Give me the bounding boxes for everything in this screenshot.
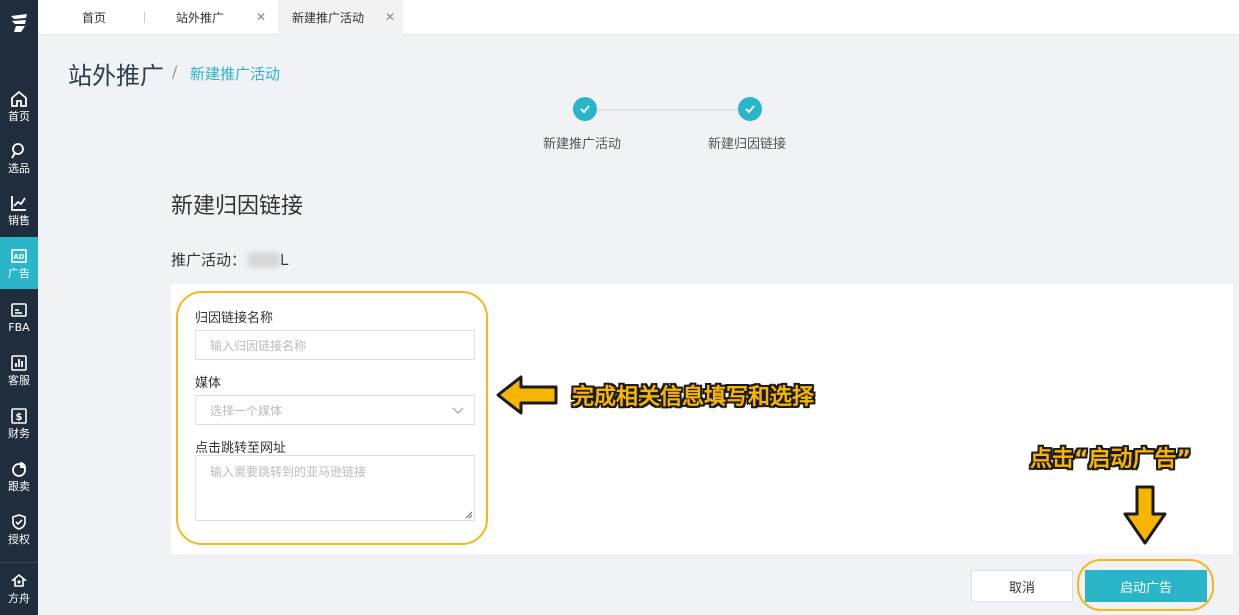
form-highlight-frame xyxy=(176,291,488,545)
sidebar-item-authorize[interactable]: 授权 xyxy=(0,503,38,555)
sidebar-item-label: FBA xyxy=(8,320,30,334)
sidebar: 首页 选品 销售 AD 广告 FBA 客服 $ 财务 跟卖 授权 方舟 xyxy=(0,0,38,615)
check-icon xyxy=(580,105,590,114)
step-1-indicator xyxy=(573,97,597,121)
step-connector xyxy=(597,109,738,111)
fill-form-hint: 完成相关信息填写和选择 xyxy=(572,385,815,410)
pie-icon xyxy=(12,461,26,477)
app-logo[interactable] xyxy=(0,0,38,46)
arrow-down-icon xyxy=(1123,485,1167,545)
sidebar-item-label: 财务 xyxy=(8,426,30,440)
ark-icon xyxy=(10,573,28,587)
sidebar-item-finance[interactable]: $ 财务 xyxy=(0,397,38,449)
sidebar-item-selection[interactable]: 选品 xyxy=(0,132,38,184)
sidebar-item-fba[interactable]: FBA xyxy=(0,291,38,343)
shield-icon xyxy=(12,513,26,530)
tab-bar: 首页 站外推广 ✕ 新建推广活动 ✕ xyxy=(38,0,1239,35)
page-title: 站外推广 xyxy=(68,62,164,90)
sidebar-item-sales[interactable]: 销售 xyxy=(0,184,38,236)
home-icon xyxy=(11,90,27,107)
sidebar-item-label: 跟卖 xyxy=(8,479,30,493)
tab-divider xyxy=(144,12,145,23)
service-icon xyxy=(11,354,27,371)
close-icon[interactable]: ✕ xyxy=(385,10,395,24)
tab-label: 首页 xyxy=(82,11,107,25)
start-ad-button[interactable]: 启动广告 xyxy=(1085,570,1207,602)
cancel-button[interactable]: 取消 xyxy=(971,570,1073,602)
campaign-name-redacted xyxy=(248,251,281,268)
sidebar-item-label: 选品 xyxy=(8,161,30,175)
sidebar-item-follow-sell[interactable]: 跟卖 xyxy=(0,450,38,502)
step-2-label: 新建归因链接 xyxy=(708,137,787,152)
section-title: 新建归因链接 xyxy=(171,194,304,219)
finance-icon: $ xyxy=(11,407,27,424)
sidebar-item-home[interactable]: 首页 xyxy=(0,80,38,132)
svg-text:AD: AD xyxy=(13,253,24,261)
sidebar-item-ads[interactable]: AD 广告 xyxy=(0,237,38,289)
tab-home[interactable]: 首页 xyxy=(82,0,106,35)
sidebar-item-service[interactable]: 客服 xyxy=(0,344,38,396)
sidebar-item-label: 客服 xyxy=(8,373,30,387)
fba-icon xyxy=(11,302,27,317)
sidebar-item-label: 授权 xyxy=(8,532,30,546)
sidebar-item-label: 方舟 xyxy=(8,592,30,605)
sidebar-item-label: 首页 xyxy=(8,109,30,123)
tab-offsite-promo[interactable]: 站外推广 xyxy=(176,0,224,35)
step-1-label: 新建推广活动 xyxy=(543,137,622,152)
sidebar-item-label: 销售 xyxy=(8,213,30,227)
search-icon xyxy=(11,142,24,159)
sidebar-item-label: 广告 xyxy=(8,266,30,280)
click-start-hint: 点击“启动广告” xyxy=(1030,447,1191,472)
arrow-left-icon xyxy=(496,375,558,415)
check-icon xyxy=(745,105,755,114)
step-2-indicator xyxy=(738,97,762,121)
campaign-name-suffix: L xyxy=(280,250,289,269)
tab-label: 站外推广 xyxy=(176,11,225,25)
svg-text:$: $ xyxy=(16,412,23,423)
sidebar-item-ark[interactable]: 方舟 xyxy=(0,562,38,614)
campaign-info: 推广活动： L xyxy=(171,249,288,270)
ad-icon: AD xyxy=(11,248,27,263)
breadcrumb-separator: / xyxy=(172,62,178,81)
tab-label: 新建推广活动 xyxy=(292,11,365,25)
breadcrumb[interactable]: 新建推广活动 xyxy=(190,63,280,84)
chart-icon xyxy=(11,195,26,211)
logo-icon xyxy=(11,14,27,32)
campaign-label: 推广活动： xyxy=(171,251,247,269)
close-icon[interactable]: ✕ xyxy=(256,10,266,24)
